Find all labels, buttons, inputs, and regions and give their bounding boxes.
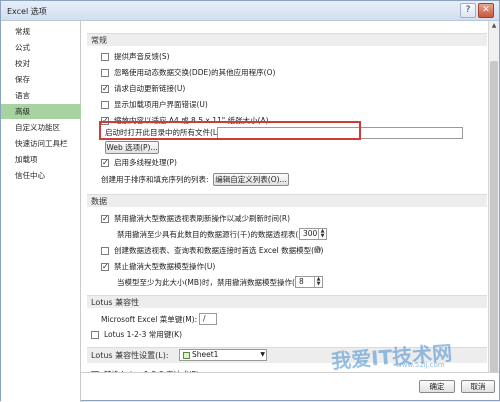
close-button[interactable]: ✕ (478, 3, 494, 18)
pivot-rows-spinner[interactable]: 300 ▲ ▼ (299, 228, 327, 240)
info-icon[interactable]: i (314, 246, 321, 253)
edit-custom-lists-button[interactable]: 编辑自定义列表(O)... (213, 173, 289, 186)
web-options-button[interactable]: Web 选项(P)... (105, 141, 159, 154)
model-size-spinner[interactable]: 8 ▲ ▼ (295, 276, 323, 288)
ok-button[interactable]: 确定 (419, 380, 455, 393)
cancel-button[interactable]: 取消 (461, 380, 495, 393)
excel-options-window: Excel 选项 ? ✕ 常规 公式 校对 保存 语言 高级 自定义功能区 快速… (0, 0, 500, 402)
sidebar-item-trust-center[interactable]: 信任中心 (1, 168, 81, 183)
sidebar-item-addins[interactable]: 加载项 (1, 152, 81, 167)
chevron-down-icon[interactable]: ▼ (260, 350, 265, 360)
checkbox-box[interactable] (101, 101, 109, 109)
sidebar-item-general[interactable]: 常规 (1, 24, 81, 39)
vertical-scrollbar[interactable]: ▲ (488, 21, 499, 391)
sidebar-item-advanced[interactable]: 高级 (1, 104, 81, 119)
scroll-up-icon[interactable]: ▲ (490, 22, 498, 31)
spinner-arrows-icon[interactable]: ▲ ▼ (318, 229, 326, 239)
sidebar-item-customize-ribbon[interactable]: 自定义功能区 (1, 120, 81, 135)
checkbox-box[interactable] (101, 247, 109, 255)
checkbox-box[interactable] (101, 261, 109, 273)
menu-key-input[interactable]: / (199, 313, 217, 325)
watermark-url: www.52ij.com (396, 361, 445, 369)
checkbox-box[interactable] (91, 331, 99, 339)
checkbox-box[interactable] (101, 157, 109, 169)
help-button[interactable]: ? (460, 3, 476, 18)
window-title: Excel 选项 (7, 7, 47, 16)
section-general: 常规 (87, 33, 487, 46)
section-lotus: Lotus 兼容性 (87, 295, 487, 308)
sidebar-item-proofing[interactable]: 校对 (1, 56, 81, 71)
sidebar: 常规 公式 校对 保存 语言 高级 自定义功能区 快速访问工具栏 加载项 信任中… (1, 21, 81, 402)
checkbox-box[interactable] (101, 69, 109, 77)
dialog-footer: 确定 取消 (81, 372, 499, 400)
checkbox-box[interactable] (101, 213, 109, 225)
section-data: 数据 (87, 194, 487, 207)
sidebar-item-formulas[interactable]: 公式 (1, 40, 81, 55)
title-bar: Excel 选项 ? ✕ (1, 1, 499, 21)
spinner-arrows-icon[interactable]: ▲ ▼ (314, 277, 322, 287)
checkbox-box[interactable] (101, 83, 109, 95)
highlight-box (99, 121, 361, 140)
menu-key-label: Microsoft Excel 菜单键(M): (101, 315, 198, 324)
sheet-select[interactable]: Sheet1 ▼ (179, 349, 267, 361)
sheet-icon (183, 351, 190, 359)
sidebar-item-save[interactable]: 保存 (1, 72, 81, 87)
scrollbar-thumb[interactable] (490, 61, 498, 391)
custom-list-label: 创建用于排序和填充序列的列表: (101, 175, 209, 184)
sidebar-item-language[interactable]: 语言 (1, 88, 81, 103)
checkbox-box[interactable] (101, 53, 109, 61)
model-size-label: 当模型至少为此大小(MB)时，禁用撤消数据模型操作(L): (117, 278, 305, 287)
pivot-rows-label: 禁用撤消至少具有此数目的数据源行(千)的数据透视表(N): (117, 230, 310, 239)
sidebar-item-quick-access[interactable]: 快速访问工具栏 (1, 136, 81, 151)
